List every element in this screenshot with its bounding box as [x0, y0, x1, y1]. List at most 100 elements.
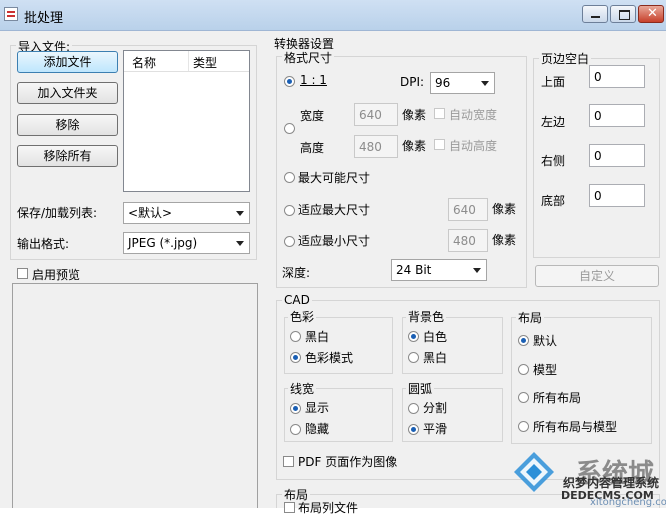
bg-white-label: 白色	[423, 330, 448, 344]
chevron-down-icon	[481, 81, 489, 86]
chevron-down-icon	[473, 268, 481, 273]
layout-all-model-radio[interactable]	[518, 421, 529, 432]
bw-radio[interactable]	[290, 331, 301, 342]
height-unit: 像素	[402, 139, 427, 153]
fit-min-field[interactable]: 480	[448, 229, 488, 252]
bg-black-radio[interactable]	[408, 352, 419, 363]
layout-default-radio[interactable]	[518, 335, 529, 346]
custom-size-radio[interactable]	[284, 123, 295, 134]
color-mode-label: 色彩模式	[305, 351, 354, 365]
preview-checkbox[interactable]	[17, 268, 28, 279]
layout-model-label: 模型	[533, 363, 558, 377]
file-list[interactable]: 名称 类型	[123, 50, 250, 192]
line-width-show-radio[interactable]	[290, 403, 301, 414]
one-to-one-label: 1 : 1	[300, 73, 327, 87]
margin-top-label: 上面	[541, 75, 566, 89]
save-list-select[interactable]: <默认>	[123, 202, 250, 224]
remove-all-button[interactable]: 移除所有	[17, 145, 118, 167]
close-button[interactable]: ✕	[638, 5, 664, 23]
title-bar: 批处理 ✕	[0, 0, 666, 31]
margin-left-label: 左边	[541, 115, 566, 129]
output-format-select[interactable]: JPEG (*.jpg)	[123, 232, 250, 254]
bg-white-radio[interactable]	[408, 331, 419, 342]
max-possible-radio[interactable]	[284, 172, 295, 183]
auto-width-label: 自动宽度	[449, 108, 498, 122]
auto-width-checkbox[interactable]	[434, 108, 445, 119]
layout-model-radio[interactable]	[518, 364, 529, 375]
chevron-down-icon	[236, 211, 244, 216]
column-divider	[188, 51, 189, 71]
margin-bottom-field[interactable]: 0	[589, 184, 645, 207]
add-folder-button[interactable]: 加入文件夹	[17, 82, 118, 104]
margins-group-label: 页边空白	[539, 50, 592, 67]
close-icon: ✕	[647, 6, 658, 21]
depth-select[interactable]: 24 Bit	[391, 259, 487, 281]
arc-split-radio[interactable]	[408, 403, 419, 414]
layout-default-label: 默认	[533, 334, 558, 348]
auto-height-checkbox[interactable]	[434, 139, 445, 150]
arc-smooth-label: 平滑	[423, 422, 448, 436]
line-width-show-label: 显示	[305, 401, 330, 415]
fit-min-radio[interactable]	[284, 236, 295, 247]
width-field[interactable]: 640	[354, 103, 398, 126]
app-icon	[4, 7, 18, 21]
bg-black-label: 黑白	[423, 351, 448, 365]
fit-max-radio[interactable]	[284, 205, 295, 216]
maximize-button[interactable]	[610, 5, 636, 23]
output-format-label: 输出格式:	[17, 237, 70, 251]
layout-all-model-label: 所有布局与模型	[533, 420, 618, 434]
fit-min-label: 适应最小尺寸	[298, 234, 371, 248]
window-title: 批处理	[24, 11, 64, 26]
fit-max-label: 适应最大尺寸	[298, 203, 371, 217]
line-width-group-label: 线宽	[288, 380, 317, 397]
margin-right-label: 右侧	[541, 154, 566, 168]
line-width-hide-radio[interactable]	[290, 424, 301, 435]
pdf-as-image-checkbox[interactable]	[283, 456, 294, 467]
watermark-logo	[514, 452, 554, 492]
remove-button[interactable]: 移除	[17, 114, 118, 136]
column-header-type[interactable]: 类型	[193, 54, 217, 71]
layout-group-label: 布局	[516, 309, 545, 326]
fit-max-field[interactable]: 640	[448, 198, 488, 221]
one-to-one-radio[interactable]	[284, 76, 295, 87]
dpi-value: 96	[435, 76, 451, 90]
watermark-line3: xitongcheng.com	[590, 497, 666, 508]
pdf-as-image-label: PDF 页面作为图像	[298, 455, 398, 469]
depth-value: 24 Bit	[396, 263, 432, 277]
dpi-select[interactable]: 96	[430, 72, 495, 94]
margin-top-field[interactable]: 0	[589, 65, 645, 88]
color-group-label: 色彩	[288, 308, 317, 325]
arc-split-label: 分割	[423, 401, 448, 415]
auto-height-label: 自动高度	[449, 139, 498, 153]
custom-button[interactable]: 自定义	[535, 265, 659, 287]
margin-left-field[interactable]: 0	[589, 104, 645, 127]
height-label: 高度	[300, 141, 325, 155]
preview-pane	[12, 283, 258, 508]
save-list-label: 保存/加载列表:	[17, 206, 98, 220]
output-format-value: JPEG (*.jpg)	[128, 236, 198, 250]
cad-group-label: CAD	[282, 293, 312, 307]
height-field[interactable]: 480	[354, 135, 398, 158]
margin-right-field[interactable]: 0	[589, 144, 645, 167]
depth-label: 深度:	[282, 266, 311, 280]
dpi-label: DPI:	[400, 75, 425, 89]
column-header-name[interactable]: 名称	[132, 54, 156, 71]
minimize-button[interactable]	[582, 5, 608, 23]
arc-smooth-radio[interactable]	[408, 424, 419, 435]
line-width-hide-label: 隐藏	[305, 422, 330, 436]
background-group-label: 背景色	[406, 308, 447, 325]
add-file-button[interactable]: 添加文件	[17, 51, 118, 73]
minimize-icon	[591, 16, 600, 18]
save-list-value: <默认>	[128, 206, 173, 220]
arc-group-label: 圆弧	[406, 380, 435, 397]
layout-all-label: 所有布局	[533, 391, 582, 405]
width-unit: 像素	[402, 108, 427, 122]
max-possible-label: 最大可能尺寸	[298, 171, 371, 185]
color-mode-radio[interactable]	[290, 352, 301, 363]
file-list-header: 名称 类型	[124, 51, 249, 72]
margin-bottom-label: 底部	[541, 194, 566, 208]
preview-label: 启用预览	[32, 268, 81, 282]
width-label: 宽度	[300, 109, 325, 123]
layout-all-radio[interactable]	[518, 392, 529, 403]
bw-label: 黑白	[305, 330, 330, 344]
